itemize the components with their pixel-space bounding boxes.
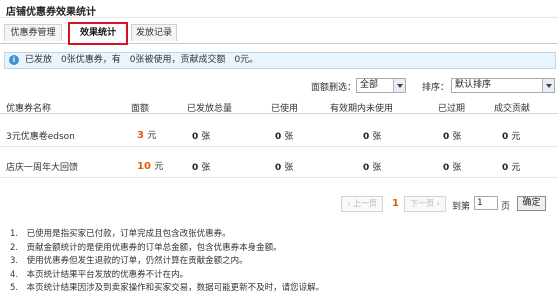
used-count: 0 张	[275, 129, 293, 142]
page-number-input[interactable]: 1	[474, 196, 498, 210]
used-count-value: 0	[275, 132, 282, 142]
face-value: 3 元	[137, 128, 156, 141]
contribution-amount: 0 元	[502, 160, 520, 173]
unused-count-value: 0	[363, 132, 370, 142]
contribution-amount: 0 元	[502, 129, 520, 142]
header-face-value: 面额	[131, 104, 150, 114]
issued-count: 0 张	[192, 160, 210, 173]
issued-count-unit: 张	[201, 163, 211, 173]
prev-page-label: 上一页	[352, 199, 377, 208]
header-used: 已使用	[271, 104, 299, 114]
notes-list: 1. 已使用是指买家已付款，订单完成且包含改张优惠券。 2. 贡献金额统计的是使…	[10, 228, 324, 296]
header-expired: 已过期	[438, 104, 466, 114]
face-value-number: 10	[137, 161, 151, 172]
next-page-button[interactable]: 下一页 ›	[404, 196, 446, 212]
header-coupon-name: 优惠券名称	[6, 104, 52, 114]
unused-count-unit: 张	[372, 163, 382, 173]
header-unused-valid: 有效期内未使用	[330, 104, 394, 114]
tab-issue-records[interactable]: 发放记录	[131, 24, 177, 41]
sort-select[interactable]: 默认排序	[451, 78, 555, 93]
coupon-name: 3元优惠卷edson	[6, 132, 75, 142]
contribution-value: 0	[502, 163, 509, 173]
tab-coupon-management[interactable]: 优惠券管理	[4, 24, 62, 41]
current-page-number[interactable]: 1	[392, 198, 399, 209]
face-value-select[interactable]: 全部	[356, 78, 406, 93]
used-count: 0 张	[275, 160, 293, 173]
face-value-filter-label: 面额删选：	[311, 83, 357, 93]
face-value-unit: 元	[154, 162, 164, 172]
unused-count-value: 0	[363, 163, 370, 173]
summary-info-bar: i 已发放 0张优惠券，有 0张被使用，贡献成交额 0元。	[4, 52, 556, 69]
expired-count-unit: 张	[452, 132, 462, 142]
contribution-unit: 元	[511, 163, 521, 173]
face-value: 10 元	[137, 159, 163, 172]
goto-label: 到第	[452, 202, 471, 212]
expired-count-value: 0	[443, 132, 450, 142]
unused-count-unit: 张	[372, 132, 382, 142]
note-item: 3. 使用优惠券但发生退款的订单，仍然计算在贡献金额之内。	[10, 256, 248, 266]
issued-count: 0 张	[192, 129, 210, 142]
issued-count-unit: 张	[201, 132, 211, 142]
chevron-down-icon	[393, 79, 405, 92]
table-header: 优惠券名称 面额 已发放总量 已使用 有效期内未使用 已过期 成交贡献	[0, 99, 558, 114]
used-count-value: 0	[275, 163, 282, 173]
chevron-right-icon: ›	[436, 199, 440, 208]
summary-text: 已发放 0张优惠券，有 0张被使用，贡献成交额 0元。	[25, 55, 259, 65]
face-value-unit: 元	[147, 131, 157, 141]
contribution-value: 0	[502, 132, 509, 142]
sort-selected: 默认排序	[455, 80, 492, 90]
tab-bar: 优惠券管理 效果统计 发放记录	[0, 22, 558, 45]
expired-count: 0 张	[443, 129, 461, 142]
face-value-number: 3	[137, 130, 144, 141]
info-icon: i	[9, 55, 19, 65]
issued-count-value: 0	[192, 132, 199, 142]
unused-count: 0 张	[363, 160, 381, 173]
coupon-name: 店庆一周年大回馈	[6, 163, 79, 173]
contribution-unit: 元	[511, 132, 521, 142]
tab-effect-statistics[interactable]: 效果统计	[68, 22, 128, 45]
title-divider	[0, 17, 558, 18]
table-row: 3元优惠卷edson 3 元 0 张 0 张 0 张 0 张 0 元	[0, 121, 558, 147]
used-count-unit: 张	[284, 132, 294, 142]
note-item: 1. 已使用是指买家已付款，订单完成且包含改张优惠券。	[10, 229, 231, 239]
table-row: 店庆一周年大回馈 10 元 0 张 0 张 0 张 0 张 0 元	[0, 152, 558, 178]
note-item: 4. 本页统计结果平台发放的优惠券不计在内。	[10, 269, 189, 280]
expired-count: 0 张	[443, 160, 461, 173]
header-contribution: 成交贡献	[494, 104, 531, 114]
unused-count: 0 张	[363, 129, 381, 142]
next-page-label: 下一页	[410, 199, 435, 208]
chevron-down-icon	[542, 79, 554, 92]
expired-count-unit: 张	[452, 163, 462, 173]
chevron-left-icon: ‹	[347, 199, 351, 208]
confirm-button[interactable]: 确定	[517, 196, 546, 211]
page-suffix-label: 页	[501, 202, 511, 212]
note-item: 5. 本页统计结果因涉及到卖家操作和买家交易，数据可能更新不及时，请您谅解。	[10, 283, 325, 293]
page-title: 店铺优惠券效果统计	[6, 7, 96, 18]
expired-count-value: 0	[443, 163, 450, 173]
sort-label: 排序：	[422, 83, 450, 93]
note-item: 2. 贡献金额统计的是使用优惠券的订单总金额，包含优惠券本身金额。	[10, 242, 282, 253]
header-issued-total: 已发放总量	[187, 104, 233, 114]
prev-page-button[interactable]: ‹ 上一页	[341, 196, 383, 212]
used-count-unit: 张	[284, 163, 294, 173]
face-value-selected: 全部	[360, 80, 379, 90]
issued-count-value: 0	[192, 163, 199, 173]
